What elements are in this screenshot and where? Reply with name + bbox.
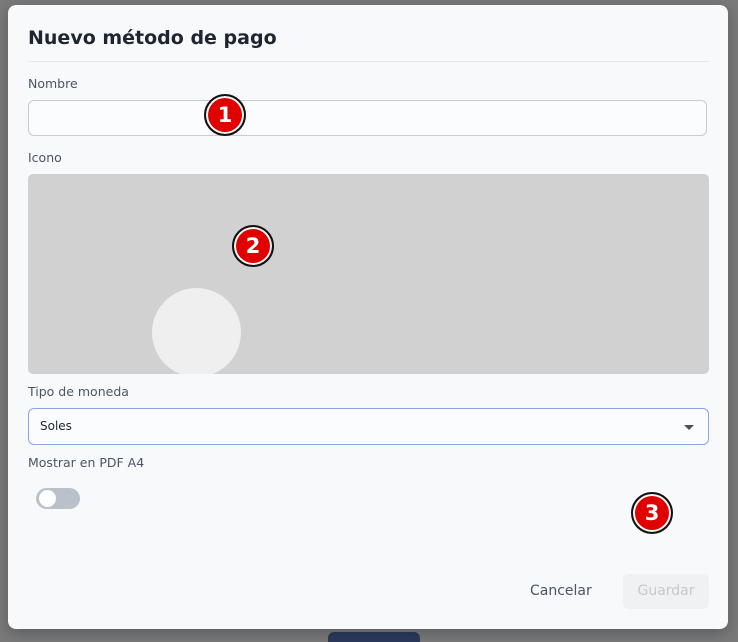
currency-select[interactable]: Soles [28, 408, 709, 445]
icon-placeholder-circle [152, 288, 241, 374]
currency-label: Tipo de moneda [28, 384, 129, 399]
annotation-marker-1: 1 [204, 94, 246, 136]
annotation-marker-3: 3 [631, 492, 673, 534]
background-button-edge [328, 632, 420, 642]
cancel-button[interactable]: Cancelar [530, 583, 592, 599]
currency-selected-value: Soles [40, 419, 72, 433]
toggle-knob [39, 490, 56, 507]
title-divider [28, 61, 709, 62]
pdf-toggle[interactable] [36, 488, 80, 509]
annotation-marker-2: 2 [232, 225, 274, 267]
save-button[interactable]: Guardar [623, 574, 709, 609]
dialog-title: Nuevo método de pago [28, 27, 277, 49]
icon-label: Icono [28, 150, 62, 165]
pdf-label: Mostrar en PDF A4 [28, 455, 145, 470]
icon-upload-area[interactable] [28, 174, 709, 374]
new-payment-method-dialog: Nuevo método de pago Nombre Icono Tipo d… [8, 5, 728, 629]
name-label: Nombre [28, 76, 78, 91]
chevron-down-icon [684, 425, 694, 430]
name-input[interactable] [28, 100, 707, 136]
